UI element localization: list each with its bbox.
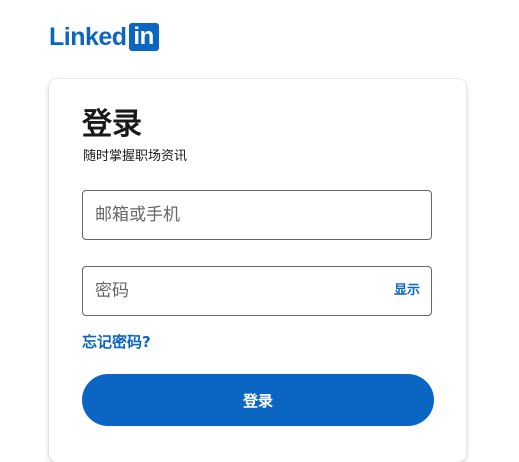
- email-field[interactable]: [95, 191, 420, 239]
- logo-in-box: in: [128, 23, 159, 51]
- logo-wordmark: Linked: [49, 23, 127, 51]
- login-page: Linked in 登录 随时掌握职场资讯 显示 忘记密码? 登录: [0, 0, 519, 462]
- password-field[interactable]: [95, 267, 385, 315]
- page-title: 登录: [82, 107, 142, 142]
- forgot-password-link[interactable]: 忘记密码?: [82, 332, 151, 352]
- password-field-container: 显示: [82, 266, 432, 316]
- page-subtitle: 随时掌握职场资讯: [83, 149, 188, 164]
- linkedin-logo[interactable]: Linked in: [49, 22, 159, 52]
- email-field-container: [82, 190, 432, 240]
- show-password-toggle[interactable]: 显示: [394, 282, 420, 300]
- signin-card: 登录 随时掌握职场资讯 显示 忘记密码? 登录: [49, 79, 466, 462]
- signin-button[interactable]: 登录: [82, 374, 434, 426]
